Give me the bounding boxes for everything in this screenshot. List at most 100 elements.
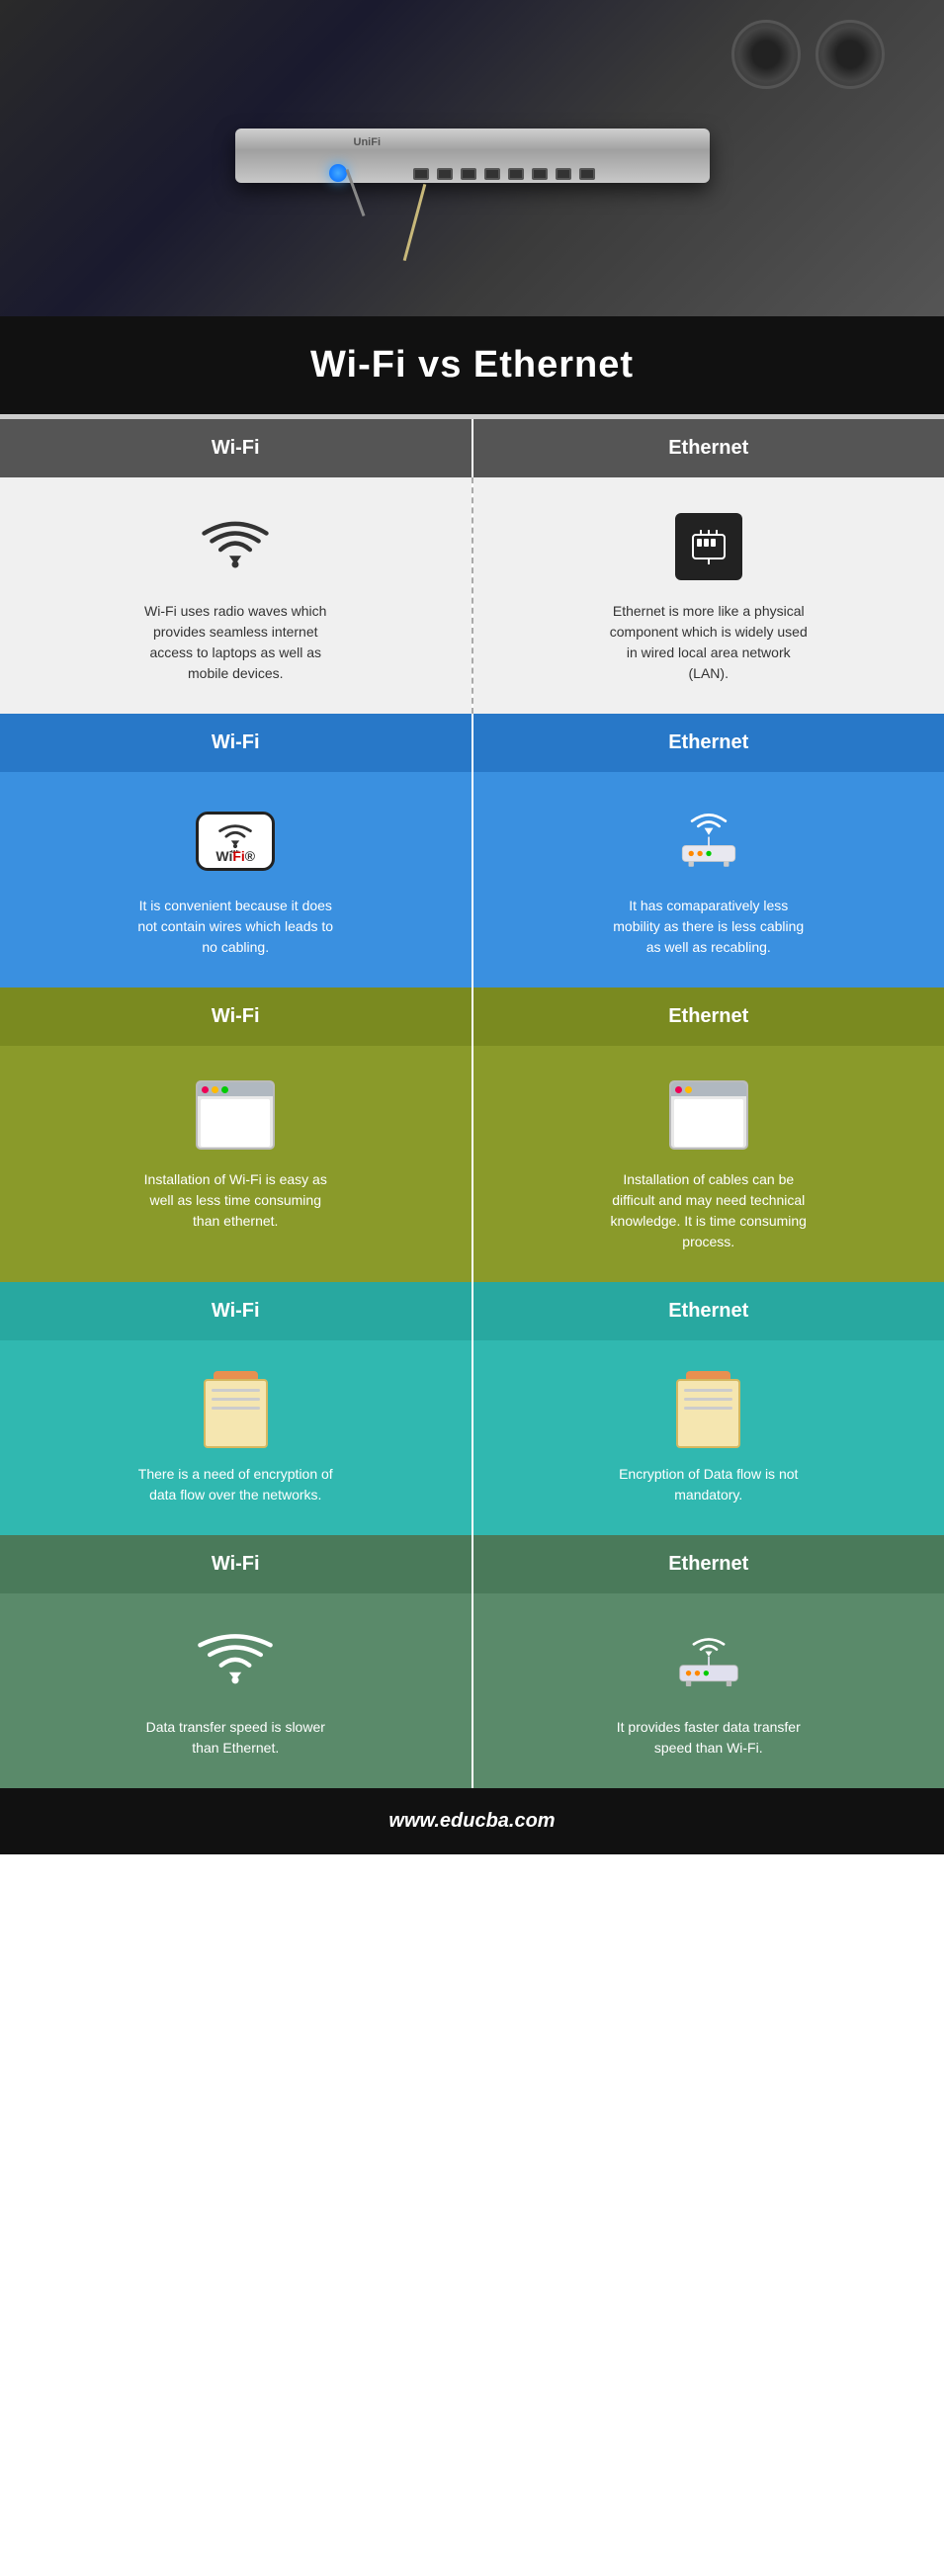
header-wifi-3: Wi-Fi: [0, 987, 472, 1046]
section-4: Wi-Fi Ethernet There is a need of encryp…: [0, 1282, 944, 1535]
browser-right-area: [669, 1075, 748, 1155]
header-wifi-2: Wi-Fi: [0, 714, 472, 772]
content-wifi-1: Wi-Fi uses radio waves which provides se…: [0, 477, 472, 714]
section-4-content: There is a need of encryption of data fl…: [0, 1340, 944, 1535]
content-ethernet-4: Encryption of Data flow is not mandatory…: [473, 1340, 944, 1535]
content-ethernet-5: It provides faster data transfer speed t…: [473, 1593, 944, 1788]
port: [532, 168, 548, 180]
wifi-large-icon: [196, 1628, 275, 1697]
header-wifi-4: Wi-Fi: [0, 1282, 472, 1340]
ethernet-icon-area: [669, 507, 748, 586]
notepad-body-right: [676, 1379, 740, 1448]
section-3-content: Installation of Wi-Fi is easy as well as…: [0, 1046, 944, 1282]
port: [437, 168, 453, 180]
notepad-left: [204, 1371, 268, 1448]
wifi-badge: Wi WiFi®: [196, 812, 275, 871]
footer: www.educba.com: [0, 1788, 944, 1854]
wifi-text: WiFi®: [215, 848, 255, 864]
browser-right: [669, 1080, 748, 1150]
notepad-line: [684, 1398, 732, 1401]
content-ethernet-3: Installation of cables can be difficult …: [473, 1046, 944, 1282]
port: [413, 168, 429, 180]
hero-image: UniFi: [0, 0, 944, 316]
network-device: UniFi: [176, 99, 769, 217]
section-4-header: Wi-Fi Ethernet: [0, 1282, 944, 1340]
section-5: Wi-Fi Ethernet Data transfer speed is sl…: [0, 1535, 944, 1788]
ethernet-svg: [687, 525, 730, 568]
content-ethernet-2: It has comaparatively less mobility as t…: [473, 772, 944, 987]
port: [484, 168, 500, 180]
browser-bar-right: [671, 1082, 746, 1096]
router-icon-svg: [669, 807, 748, 876]
section-3: Wi-Fi Ethernet Installation of Wi-Fi is …: [0, 987, 944, 1282]
notepad-line: [212, 1407, 260, 1410]
wifi-desc-1: Wi-Fi uses radio waves which provides se…: [136, 601, 334, 684]
wifi-icon: [201, 520, 270, 574]
browser-dot-red: [202, 1086, 209, 1093]
header-wifi-1: Wi-Fi: [0, 419, 472, 477]
notepad-body-left: [204, 1379, 268, 1448]
section-1: Wi-Fi Ethernet Wi-Fi uses radio waves wh…: [0, 419, 944, 714]
ethernet-desc-1: Ethernet is more like a physical compone…: [610, 601, 808, 684]
section-2-content: Wi WiFi® It is convenient because it doe…: [0, 772, 944, 987]
ethernet-desc-3: Installation of cables can be difficult …: [610, 1169, 808, 1252]
blue-light: [329, 164, 347, 182]
notepad-right: [676, 1371, 740, 1448]
footer-url: www.educba.com: [388, 1810, 555, 1832]
section-2: Wi-Fi Ethernet Wi WiFi® It is conveni: [0, 714, 944, 987]
port: [556, 168, 571, 180]
section-2-header: Wi-Fi Ethernet: [0, 714, 944, 772]
ethernet-desc-2: It has comaparatively less mobility as t…: [610, 896, 808, 958]
port: [579, 168, 595, 180]
notepad-line: [684, 1389, 732, 1392]
switch-body: UniFi: [235, 129, 710, 183]
content-wifi-3: Installation of Wi-Fi is easy as well as…: [0, 1046, 472, 1282]
browser-dot-red-r: [675, 1086, 682, 1093]
header-ethernet-1: Ethernet: [473, 419, 944, 477]
notepad-line: [212, 1398, 260, 1401]
header-ethernet-4: Ethernet: [473, 1282, 944, 1340]
header-ethernet-2: Ethernet: [473, 714, 944, 772]
content-wifi-2: Wi WiFi® It is convenient because it doe…: [0, 772, 472, 987]
section-5-header: Wi-Fi Ethernet: [0, 1535, 944, 1593]
notepad-line: [212, 1389, 260, 1392]
wifi-desc-3: Installation of Wi-Fi is easy as well as…: [136, 1169, 334, 1232]
content-wifi-4: There is a need of encryption of data fl…: [0, 1340, 472, 1535]
hero-fans: [731, 20, 885, 89]
fan-icon: [815, 20, 885, 89]
main-title: Wi-Fi vs Ethernet: [20, 344, 924, 386]
browser-left: [196, 1080, 275, 1150]
router-icon-area: [669, 802, 748, 881]
ethernet-desc-4: Encryption of Data flow is not mandatory…: [610, 1464, 808, 1505]
port: [508, 168, 524, 180]
section-3-header: Wi-Fi Ethernet: [0, 987, 944, 1046]
browser-body-left: [201, 1099, 270, 1147]
content-ethernet-1: Ethernet is more like a physical compone…: [473, 477, 944, 714]
wifi-logo-area: Wi WiFi®: [196, 802, 275, 881]
header-ethernet-5: Ethernet: [473, 1535, 944, 1593]
wifi-large-area: [196, 1623, 275, 1702]
notepad-line: [684, 1407, 732, 1410]
switch-ports: [413, 168, 595, 180]
ethernet-port-icon: [675, 513, 742, 580]
header-ethernet-3: Ethernet: [473, 987, 944, 1046]
fan-icon: [731, 20, 801, 89]
router-small-area: [669, 1623, 748, 1702]
browser-body-right: [674, 1099, 743, 1147]
notepad-right-area: [669, 1370, 748, 1449]
cable: [402, 184, 426, 261]
browser-dot-yellow: [212, 1086, 218, 1093]
wifi-icon-area: [196, 507, 275, 586]
section-1-header: Wi-Fi Ethernet: [0, 419, 944, 477]
content-wifi-5: Data transfer speed is slower than Ether…: [0, 1593, 472, 1788]
section-1-content: Wi-Fi uses radio waves which provides se…: [0, 477, 944, 714]
notepad-left-area: [196, 1370, 275, 1449]
wifi-desc-5: Data transfer speed is slower than Ether…: [136, 1717, 334, 1759]
header-wifi-5: Wi-Fi: [0, 1535, 472, 1593]
browser-left-area: [196, 1075, 275, 1155]
ethernet-desc-5: It provides faster data transfer speed t…: [610, 1717, 808, 1759]
section-5-content: Data transfer speed is slower than Ether…: [0, 1593, 944, 1788]
title-section: Wi-Fi vs Ethernet: [0, 316, 944, 414]
browser-dot-yellow-r: [685, 1086, 692, 1093]
wifi-desc-2: It is convenient because it does not con…: [136, 896, 334, 958]
